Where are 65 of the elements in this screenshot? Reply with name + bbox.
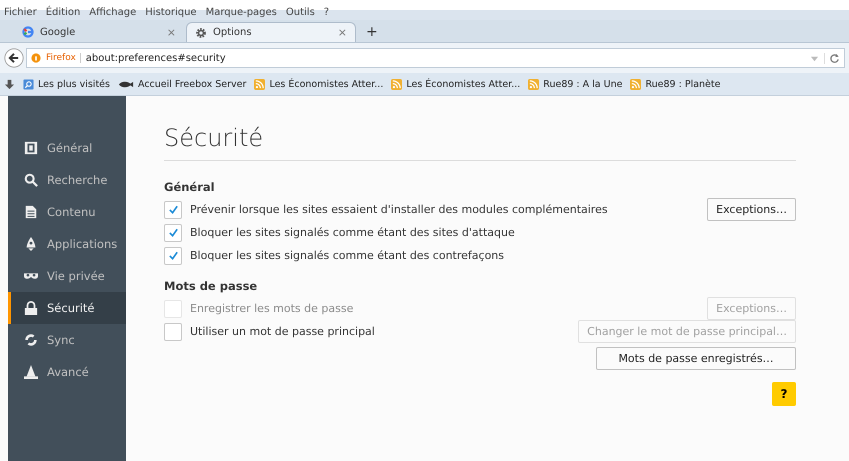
search-icon <box>23 78 34 90</box>
document-icon <box>24 205 38 219</box>
menu-item[interactable]: ? <box>324 7 330 18</box>
search-icon <box>24 173 38 187</box>
google-g-icon <box>22 26 34 38</box>
checkbox-label: Enregistrer les mots de passe <box>190 302 354 315</box>
checkbox-label: Prévenir lorsque les sites essaient d'installer des modules complémentaires <box>190 203 608 216</box>
bookmark-item[interactable]: Les plus visités <box>23 78 110 90</box>
menu-item[interactable]: Outils <box>286 7 315 18</box>
sidebar-item[interactable]: Recherche <box>8 164 126 196</box>
checkbox[interactable] <box>164 322 182 340</box>
checkbox[interactable] <box>164 246 182 264</box>
new-tab-button[interactable]: + <box>358 24 386 42</box>
section-heading: Mots de passe <box>164 279 258 293</box>
dropdown-icon[interactable] <box>810 54 819 62</box>
checkmark-icon <box>168 204 178 215</box>
back-button[interactable] <box>4 48 24 68</box>
checkbox[interactable] <box>164 200 182 218</box>
rocket-icon <box>24 237 38 251</box>
section-heading: Général <box>164 180 216 194</box>
address-field[interactable]: Firefox about:preferences#security <box>26 48 845 68</box>
sync-icon <box>24 333 38 347</box>
browser-tab[interactable]: Options × <box>186 22 356 42</box>
dialog-button[interactable]: Exceptions… <box>707 198 796 221</box>
help-button[interactable]: ? <box>772 382 796 406</box>
sidebar-item[interactable]: Général <box>8 132 126 164</box>
checkmark-icon <box>168 227 178 238</box>
checkmark-icon <box>168 250 178 261</box>
feed-icon <box>528 78 540 90</box>
sidebar-item[interactable]: Vie privée <box>8 260 126 292</box>
reload-icon[interactable] <box>824 52 840 64</box>
menu-item[interactable]: Marque-pages <box>206 7 277 18</box>
menu-item[interactable]: Fichier <box>4 7 37 18</box>
bookmark-item[interactable]: Les Économistes Atter... <box>391 78 520 90</box>
menu-item[interactable]: Affichage <box>89 7 136 18</box>
bookmark-item[interactable]: Les Économistes Atter... <box>254 78 384 90</box>
bookmark-item[interactable]: Accueil Freebox Server <box>118 78 246 90</box>
browser-tab[interactable]: Google × <box>14 22 184 42</box>
panel-icon <box>24 141 38 155</box>
identity-label: Firefox <box>46 53 81 63</box>
gear-icon <box>195 26 207 38</box>
feed-icon <box>254 78 266 90</box>
dialog-button[interactable]: Mots de passe enregistrés… <box>596 347 796 370</box>
menu-item[interactable]: Historique <box>145 7 197 18</box>
sidebar-item[interactable]: Applications <box>8 228 126 260</box>
checkbox-label: Utiliser un mot de passe principal <box>190 325 375 338</box>
sidebar-item[interactable]: Avancé <box>8 356 126 388</box>
sidebar-item[interactable]: Sécurité <box>8 292 126 324</box>
feed-icon <box>630 78 642 90</box>
feed-icon <box>391 78 402 90</box>
bookmark-item[interactable]: Rue89 : Planète <box>630 78 720 90</box>
info-icon <box>31 53 41 63</box>
checkbox[interactable] <box>164 224 182 242</box>
bookmark-item[interactable]: Rue89 : A la Une <box>528 78 622 90</box>
page-title: Sécurité <box>164 124 264 154</box>
checkbox-label: Bloquer les sites signalés comme étant des contrefaçons <box>190 249 504 262</box>
wizard-hat-icon <box>24 365 38 379</box>
lock-icon <box>24 301 38 315</box>
checkbox-label: Bloquer les sites signalés comme étant des sites d'attaque <box>190 226 515 239</box>
sidebar-item[interactable]: Contenu <box>8 196 126 228</box>
sidebar-item[interactable]: Sync <box>8 324 126 356</box>
fish-icon <box>118 78 134 90</box>
close-tab-button[interactable]: × <box>338 26 347 39</box>
download-icon[interactable] <box>4 78 15 90</box>
menu-item[interactable]: Édition <box>46 7 80 18</box>
